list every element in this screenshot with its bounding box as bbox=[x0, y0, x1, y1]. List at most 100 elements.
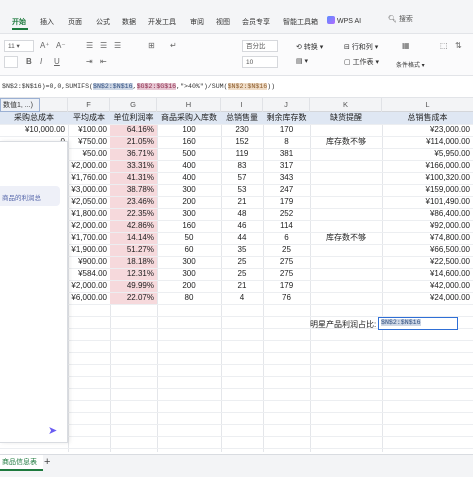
margin-cell[interactable]: 14.14% bbox=[110, 232, 157, 244]
star-product-formula-cell[interactable]: $N$2:$N$16 bbox=[378, 317, 458, 330]
avg-cost-cell[interactable]: ¥584.00 bbox=[68, 268, 110, 280]
margin-cell[interactable]: 33.31% bbox=[110, 160, 157, 172]
stock-in-cell[interactable]: 400 bbox=[157, 172, 221, 184]
tab-review[interactable]: 审阅 bbox=[190, 17, 204, 27]
number-format-dropdown[interactable]: 百分比 bbox=[242, 40, 278, 52]
tab-page[interactable]: 页面 bbox=[68, 17, 82, 27]
conditional-format-button[interactable]: 条件格式 ▾ bbox=[396, 60, 425, 69]
sales-cell[interactable]: 119 bbox=[221, 148, 263, 160]
remaining-cell[interactable]: 170 bbox=[263, 124, 310, 136]
remaining-cell[interactable]: 275 bbox=[263, 268, 310, 280]
remaining-cell[interactable]: 247 bbox=[263, 184, 310, 196]
header-cell-margin[interactable]: 单位利润率 bbox=[110, 112, 157, 124]
sales-cell[interactable]: 21 bbox=[221, 280, 263, 292]
remaining-cell[interactable]: 317 bbox=[263, 160, 310, 172]
font-grow-icon[interactable]: A⁺ bbox=[40, 41, 50, 50]
sheet-tab-product-info[interactable]: 商品信息表 bbox=[0, 455, 43, 471]
header-cell-sales[interactable]: 总销售量 bbox=[221, 112, 263, 124]
shortage-cell[interactable] bbox=[310, 196, 382, 208]
sales-cell[interactable]: 57 bbox=[221, 172, 263, 184]
tab-home[interactable]: 开始 bbox=[12, 17, 26, 27]
column-header-h[interactable]: H bbox=[157, 98, 221, 112]
total-cost-cell[interactable]: ¥14,600.00 bbox=[382, 268, 473, 280]
align-right-icon[interactable]: ☰ bbox=[114, 41, 121, 50]
total-cost-cell[interactable]: ¥24,000.00 bbox=[382, 292, 473, 304]
total-cost-cell[interactable]: ¥42,000.00 bbox=[382, 280, 473, 292]
remaining-cell[interactable]: 6 bbox=[263, 232, 310, 244]
margin-cell[interactable]: 38.78% bbox=[110, 184, 157, 196]
shortage-cell[interactable] bbox=[310, 256, 382, 268]
avg-cost-cell[interactable]: ¥6,000.00 bbox=[68, 292, 110, 304]
sales-cell[interactable]: 21 bbox=[221, 196, 263, 208]
outdent-icon[interactable]: ⇤ bbox=[100, 57, 107, 66]
remaining-cell[interactable]: 343 bbox=[263, 172, 310, 184]
avg-cost-cell[interactable]: ¥1,700.00 bbox=[68, 232, 110, 244]
stock-in-cell[interactable]: 400 bbox=[157, 160, 221, 172]
formula-text[interactable]: $N$2:$N$16)=0,0,SUMIFS($N$2:$N$16,$G$2:$… bbox=[2, 83, 275, 90]
total-cost-cell[interactable]: ¥159,000.00 bbox=[382, 184, 473, 196]
remaining-cell[interactable]: 25 bbox=[263, 244, 310, 256]
send-icon[interactable]: ➤ bbox=[48, 424, 57, 437]
header-cell-stock-in[interactable]: 商品采购入库数 bbox=[157, 112, 221, 124]
avg-cost-cell[interactable]: ¥3,000.00 bbox=[68, 184, 110, 196]
margin-cell[interactable]: 64.16% bbox=[110, 124, 157, 136]
margin-cell[interactable]: 23.46% bbox=[110, 196, 157, 208]
bold-icon[interactable]: B bbox=[26, 57, 32, 66]
worksheet-button[interactable]: ▢ 工作表 ▾ bbox=[344, 57, 379, 67]
margin-cell[interactable]: 36.71% bbox=[110, 148, 157, 160]
fill-icon[interactable]: ⬚ bbox=[440, 41, 448, 50]
avg-cost-cell[interactable]: ¥2,050.00 bbox=[68, 196, 110, 208]
shortage-cell[interactable] bbox=[310, 220, 382, 232]
wrap-icon[interactable]: ↵ bbox=[170, 41, 177, 50]
total-cost-cell[interactable]: ¥92,000.00 bbox=[382, 220, 473, 232]
column-header-g[interactable]: G bbox=[110, 98, 157, 112]
shortage-cell[interactable] bbox=[310, 172, 382, 184]
column-header-f[interactable]: F bbox=[68, 98, 110, 112]
stock-in-cell[interactable]: 160 bbox=[157, 220, 221, 232]
search-button[interactable]: 🔍︎ 搜索 bbox=[388, 14, 413, 24]
remaining-cell[interactable]: 76 bbox=[263, 292, 310, 304]
total-cost-cell[interactable]: ¥74,800.00 bbox=[382, 232, 473, 244]
underline-icon[interactable]: U bbox=[54, 57, 60, 66]
margin-cell[interactable]: 18.18% bbox=[110, 256, 157, 268]
total-cost-cell[interactable]: ¥23,000.00 bbox=[382, 124, 473, 136]
sales-cell[interactable]: 25 bbox=[221, 256, 263, 268]
tab-view[interactable]: 视图 bbox=[216, 17, 230, 27]
shortage-cell[interactable] bbox=[310, 148, 382, 160]
tab-smart-tools[interactable]: 智能工具箱 bbox=[283, 17, 318, 27]
fill-color-button[interactable] bbox=[4, 56, 18, 68]
avg-cost-cell[interactable]: ¥50.00 bbox=[68, 148, 110, 160]
sales-cell[interactable]: 230 bbox=[221, 124, 263, 136]
sales-cell[interactable]: 48 bbox=[221, 208, 263, 220]
avg-cost-cell[interactable]: ¥2,000.00 bbox=[68, 280, 110, 292]
avg-cost-cell[interactable]: ¥1,800.00 bbox=[68, 208, 110, 220]
remaining-cell[interactable]: 114 bbox=[263, 220, 310, 232]
stock-in-cell[interactable]: 300 bbox=[157, 268, 221, 280]
shortage-cell[interactable] bbox=[310, 268, 382, 280]
margin-cell[interactable]: 41.31% bbox=[110, 172, 157, 184]
align-left-icon[interactable]: ☰ bbox=[86, 41, 93, 50]
stock-in-cell[interactable]: 60 bbox=[157, 244, 221, 256]
avg-cost-cell[interactable]: ¥1,760.00 bbox=[68, 172, 110, 184]
sales-cell[interactable]: 53 bbox=[221, 184, 263, 196]
header-cell-avg-cost[interactable]: 平均成本 bbox=[68, 112, 110, 124]
convert-button[interactable]: ⟲ 转换 ▾ bbox=[296, 42, 323, 52]
margin-cell[interactable]: 42.86% bbox=[110, 220, 157, 232]
star-product-label[interactable]: 明星产品利润占比: bbox=[310, 319, 376, 330]
shortage-cell[interactable] bbox=[310, 292, 382, 304]
tab-insert[interactable]: 插入 bbox=[40, 17, 54, 27]
stock-in-cell[interactable]: 300 bbox=[157, 256, 221, 268]
total-cost-cell[interactable]: ¥114,000.00 bbox=[382, 136, 473, 148]
align-center-icon[interactable]: ☰ bbox=[100, 41, 107, 50]
tab-developer[interactable]: 开发工具 bbox=[148, 17, 176, 27]
sales-cell[interactable]: 44 bbox=[221, 232, 263, 244]
add-sheet-icon[interactable]: + bbox=[44, 456, 50, 468]
indent-icon[interactable]: ⇥ bbox=[86, 57, 93, 66]
margin-cell[interactable]: 21.05% bbox=[110, 136, 157, 148]
column-header-j[interactable]: J bbox=[263, 98, 310, 112]
remaining-cell[interactable]: 8 bbox=[263, 136, 310, 148]
decimal-dropdown[interactable]: 10 bbox=[242, 56, 278, 68]
rows-cols-button[interactable]: ⊟ 行和列 ▾ bbox=[344, 42, 378, 52]
column-header-l[interactable]: L bbox=[382, 98, 473, 112]
stock-in-cell[interactable]: 300 bbox=[157, 184, 221, 196]
